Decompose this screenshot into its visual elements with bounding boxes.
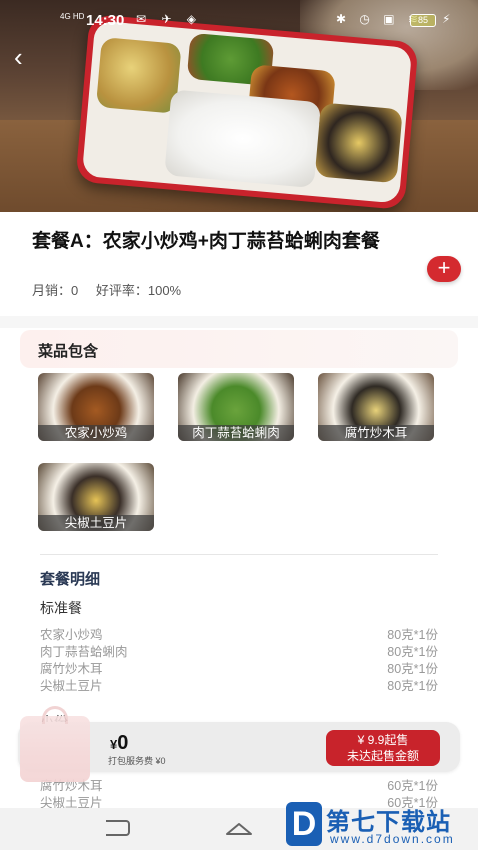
detail-row: 腐竹炒木耳 60克*1份 bbox=[40, 775, 438, 793]
checkout-button[interactable]: ¥ 9.9起售 未达起售金额 bbox=[326, 730, 440, 766]
battery-icon: 85 bbox=[410, 14, 436, 27]
monthly-sales: 月销：0 bbox=[32, 283, 79, 298]
detail-row: 尖椒土豆片 80克*1份 bbox=[40, 675, 438, 693]
rating: 好评率：100% bbox=[95, 283, 182, 298]
tray-compartment-fungus bbox=[314, 102, 403, 184]
status-bar: 4G HD 14:30 ✉ ✈ ◈ ✱ ◷ ▣ ≋ 85 ⚡ bbox=[0, 0, 478, 40]
notification-icons: ✉ ✈ ◈ bbox=[136, 12, 203, 26]
min-order-price: ¥ 9.9起售 bbox=[357, 733, 409, 747]
detail-row: 肉丁蒜苔蛤蜊肉 80克*1份 bbox=[40, 641, 438, 659]
cart-total: ¥0 bbox=[110, 732, 128, 755]
meal-tray bbox=[75, 13, 419, 211]
cart-total-value: 0 bbox=[117, 732, 129, 754]
nav-back-icon[interactable] bbox=[106, 820, 130, 836]
product-meta: 月销：0 好评率：100% bbox=[32, 280, 195, 299]
detail-title: 套餐明细 bbox=[40, 571, 101, 588]
back-icon[interactable]: ‹ bbox=[14, 44, 40, 70]
nav-home-icon[interactable] bbox=[224, 818, 254, 838]
watermark-logo: D bbox=[286, 802, 322, 846]
status-time: 14:30 bbox=[86, 12, 125, 29]
min-order-note: 未达起售金额 bbox=[346, 749, 419, 763]
dishes-section-header: 菜品包含 bbox=[20, 330, 458, 368]
detail-group-name: 标准餐 bbox=[40, 600, 82, 616]
dishes-section-label: 菜品包含 bbox=[38, 343, 99, 360]
product-title: 套餐A：农家小炒鸡+肉丁蒜苔蛤蜊肉套餐 bbox=[32, 231, 380, 252]
divider bbox=[40, 554, 438, 555]
dish-card[interactable]: 尖椒土豆片 bbox=[38, 463, 154, 531]
detail-row-qty: 80克*1份 bbox=[387, 679, 438, 693]
detail-row: 腐竹炒木耳 80克*1份 bbox=[40, 658, 438, 676]
tray-compartment-rice bbox=[164, 89, 322, 189]
packing-fee: 打包服务费 ¥0 bbox=[108, 756, 166, 766]
add-to-cart-button[interactable]: + bbox=[427, 256, 461, 282]
detail-row: 农家小炒鸡 80克*1份 bbox=[40, 624, 438, 642]
dish-card[interactable]: 腐竹炒木耳 bbox=[318, 373, 434, 441]
tray-compartment-stirfry-egg bbox=[95, 37, 182, 114]
dish-name: 腐竹炒木耳 bbox=[318, 425, 434, 441]
dish-name: 农家小炒鸡 bbox=[38, 425, 154, 441]
dish-name: 肉丁蒜苔蛤蜊肉 bbox=[178, 425, 294, 441]
section-divider bbox=[0, 316, 478, 328]
detail-row-name: 尖椒土豆片 bbox=[40, 679, 103, 693]
network-indicator: 4G HD bbox=[60, 12, 85, 21]
dish-card[interactable]: 农家小炒鸡 bbox=[38, 373, 154, 441]
dish-name: 尖椒土豆片 bbox=[38, 515, 154, 531]
dish-card[interactable]: 肉丁蒜苔蛤蜊肉 bbox=[178, 373, 294, 441]
charging-icon: ⚡ bbox=[442, 12, 451, 26]
watermark: D 第七下载站 www.d7down.com bbox=[286, 800, 476, 850]
shopping-bag-icon[interactable] bbox=[20, 706, 90, 782]
watermark-url: www.d7down.com bbox=[330, 832, 455, 846]
